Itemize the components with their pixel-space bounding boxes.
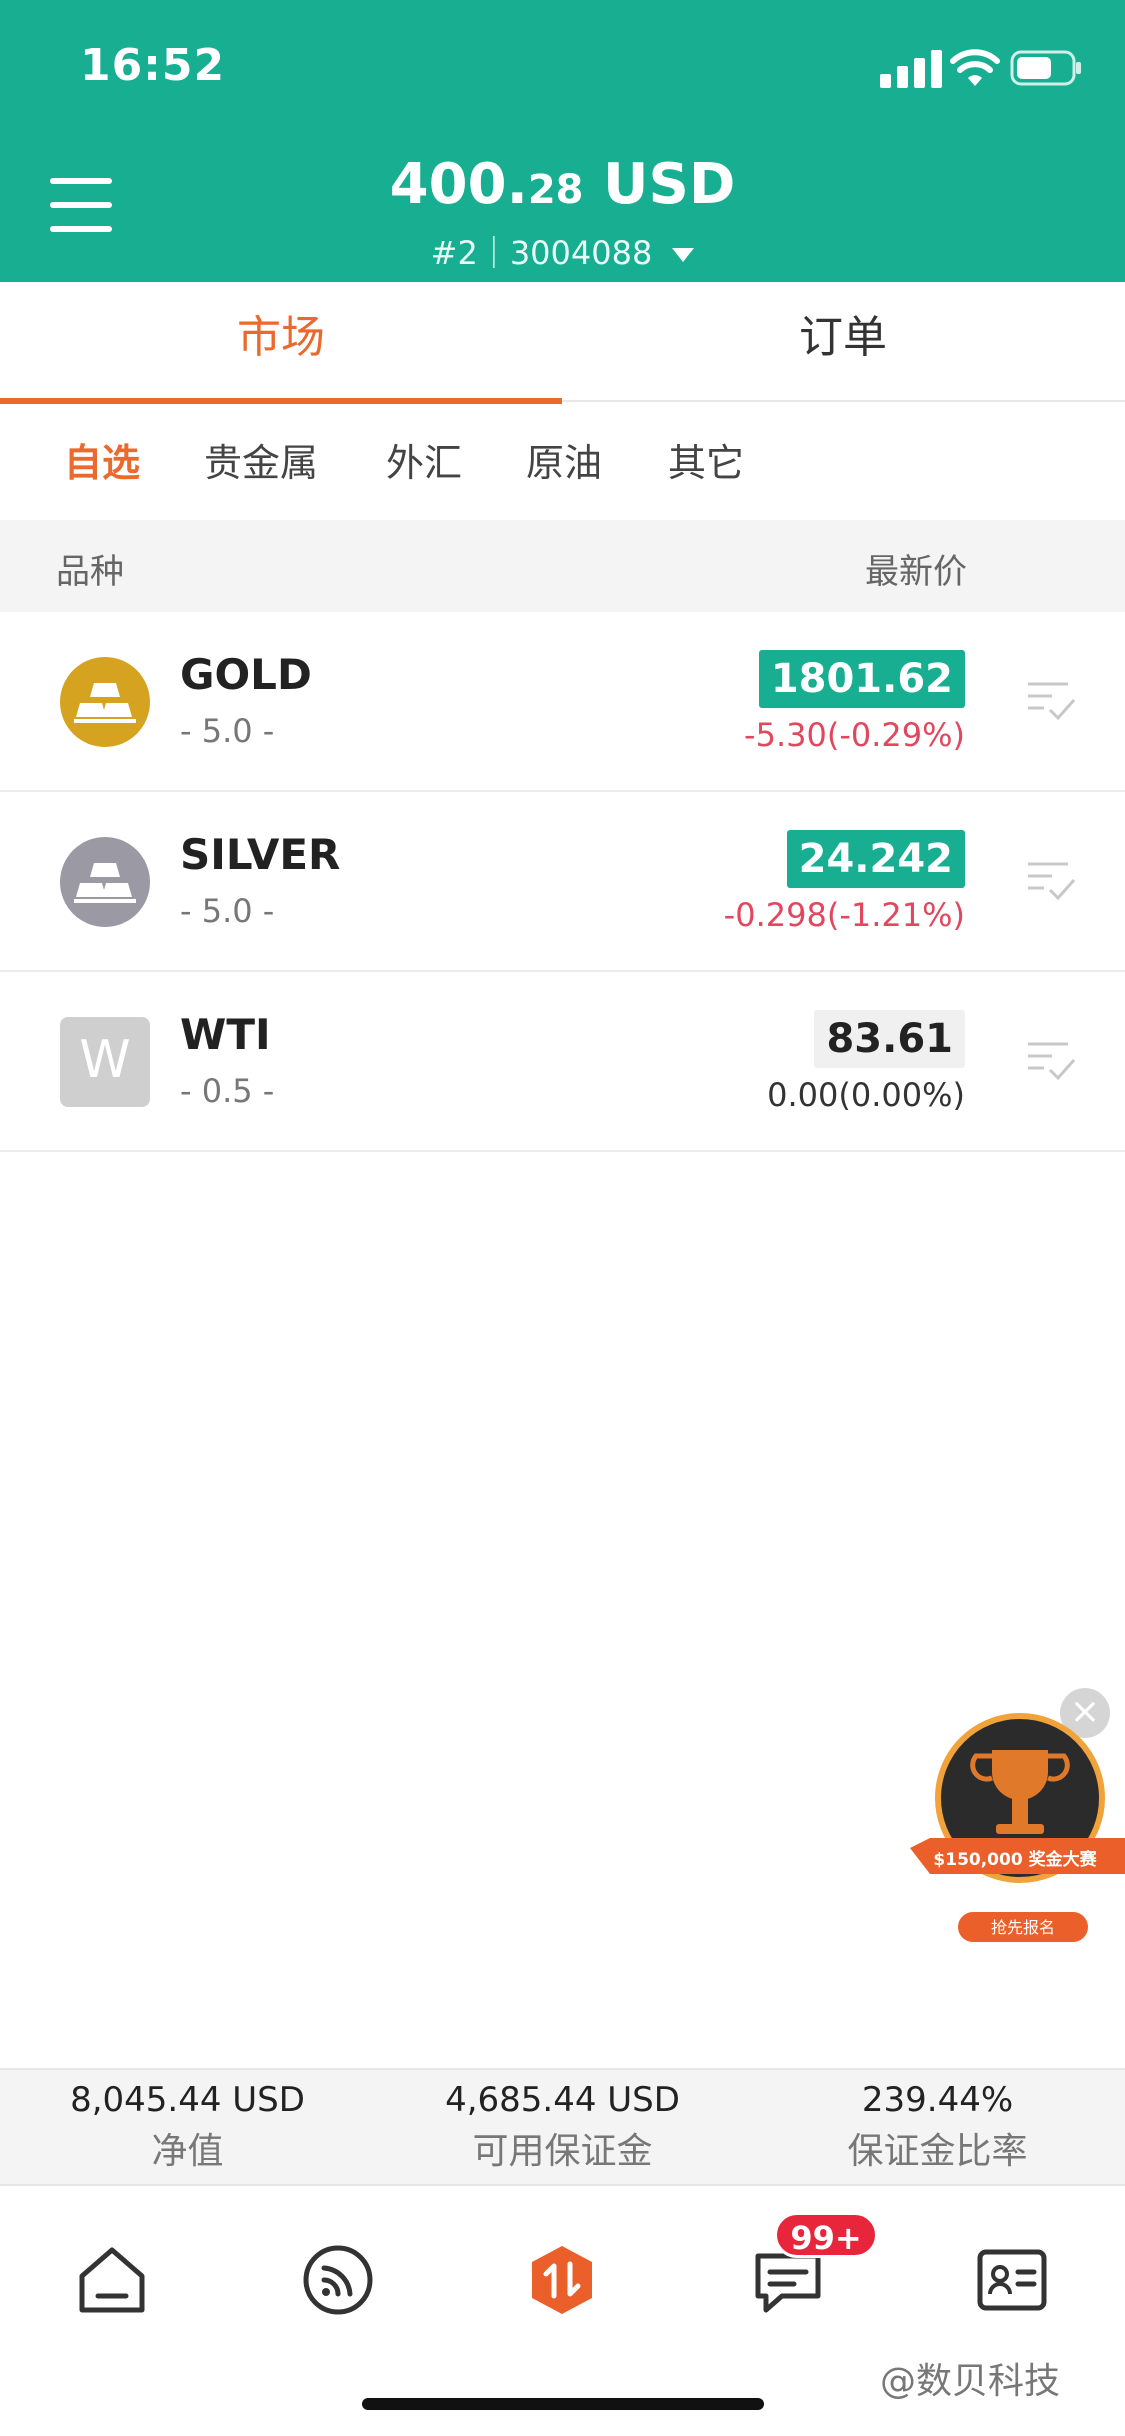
equity: 8,045.44 USD 净值 — [70, 2080, 305, 2172]
tab-others[interactable]: 其它 — [668, 432, 744, 487]
trophy-icon: $150,000 奖金大赛 抢先报名 — [910, 1713, 1125, 1942]
messages-badge: 99+ — [774, 2212, 878, 2258]
wifi-icon — [950, 49, 1000, 86]
home-icon[interactable] — [72, 2240, 152, 2320]
column-symbol: 品种 — [56, 552, 124, 592]
lot-size: - 0.5 - — [180, 1072, 275, 1110]
price-change: -5.30(-0.29%) — [744, 716, 965, 754]
order-list-icon[interactable] — [1026, 1034, 1076, 1084]
watermark: @数贝科技 — [880, 2361, 1061, 2402]
margin-level: 239.44% 保证金比率 — [847, 2080, 1028, 2172]
symbol-name: WTI — [180, 1010, 271, 1059]
tab-orders[interactable]: 订单 — [562, 282, 1124, 402]
order-list-icon[interactable] — [1026, 674, 1076, 724]
main-tabs: 市场 订单 — [0, 282, 1125, 404]
tab-crude-oil[interactable]: 原油 — [526, 432, 602, 487]
news-feed-icon[interactable] — [298, 2240, 378, 2320]
price-change: 0.00(0.00%) — [767, 1076, 965, 1114]
tab-watchlist[interactable]: 自选 — [64, 432, 140, 487]
instrument-letter-icon: W — [60, 1017, 150, 1107]
gold-bars-icon — [60, 657, 150, 747]
battery-icon — [1010, 50, 1081, 86]
list-header: 品种 最新价 — [0, 520, 1125, 612]
account-selector[interactable]: #2｜3004088 — [0, 228, 1125, 274]
latest-price: 83.61 — [814, 1010, 965, 1068]
symbol-name: GOLD — [180, 650, 312, 699]
instrument-row-silver[interactable]: SILVER - 5.0 - 24.242 -0.298(-1.21%) — [0, 792, 1125, 972]
header: 16:52 400.28 USD #2｜3004088 — [0, 0, 1125, 282]
latest-price: 24.242 — [786, 830, 965, 888]
column-price: 最新价 — [865, 552, 967, 592]
signal-icon — [880, 50, 942, 88]
promo-cta: 抢先报名 — [991, 1918, 1055, 1937]
free-margin: 4,685.44 USD 可用保证金 — [445, 2080, 680, 2172]
profile-card-icon[interactable] — [972, 2240, 1052, 2320]
lot-size: - 5.0 - — [180, 712, 275, 750]
caret-down-icon — [672, 248, 695, 262]
tab-forex[interactable]: 外汇 — [386, 432, 462, 487]
price-change: -0.298(-1.21%) — [723, 896, 965, 934]
lot-size: - 5.0 - — [180, 892, 275, 930]
contest-promo-banner[interactable]: $150,000 奖金大赛 抢先报名 — [910, 1680, 1125, 1950]
account-number: #2｜3004088 — [430, 234, 653, 272]
symbol-name: SILVER — [180, 830, 341, 879]
latest-price: 1801.62 — [758, 650, 965, 708]
tab-precious-metals[interactable]: 贵金属 — [204, 432, 318, 487]
account-balance: 400.28 USD — [389, 152, 736, 217]
status-time: 16:52 — [80, 40, 226, 91]
promo-amount: $150,000 奖金大赛 — [933, 1849, 1097, 1870]
instrument-row-wti[interactable]: W WTI - 0.5 - 83.61 0.00(0.00%) — [0, 972, 1125, 1152]
tab-market[interactable]: 市场 — [0, 282, 562, 404]
order-list-icon[interactable] — [1026, 854, 1076, 904]
account-summary: 8,045.44 USD 净值 4,685.44 USD 可用保证金 239.4… — [0, 2068, 1125, 2186]
category-tabs: 自选 贵金属 外汇 原油 其它 — [0, 404, 1125, 520]
trade-icon[interactable] — [522, 2240, 602, 2320]
instrument-row-gold[interactable]: GOLD - 5.0 - 1801.62 -5.30(-0.29%) — [0, 612, 1125, 792]
home-indicator — [362, 2398, 764, 2410]
silver-bars-icon — [60, 837, 150, 927]
